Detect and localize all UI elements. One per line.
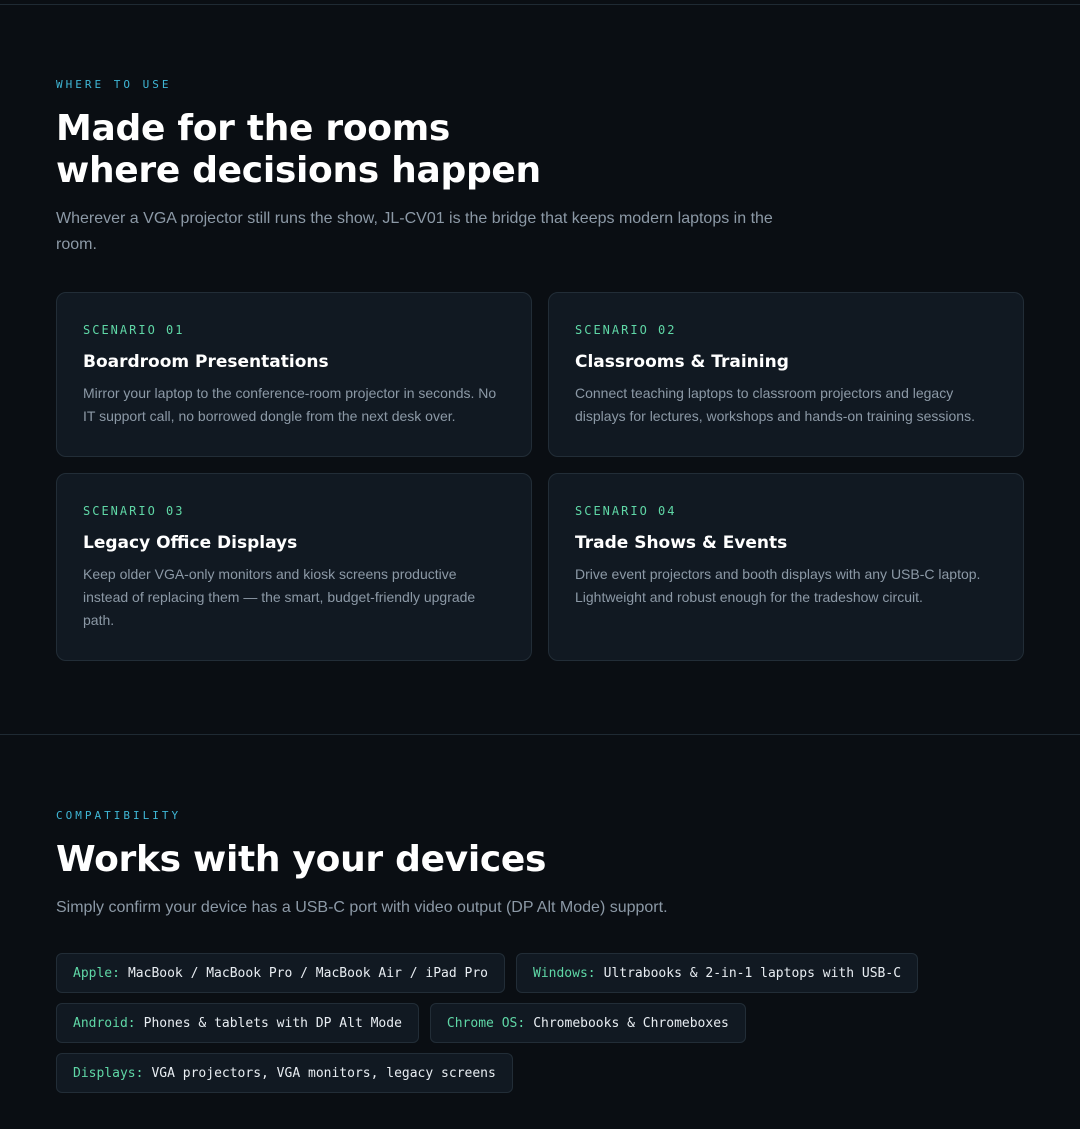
device-chip-apple: Apple: MacBook / MacBook Pro / MacBook A… xyxy=(56,953,505,993)
device-chip-windows: Windows: Ultrabooks & 2-in-1 laptops wit… xyxy=(516,953,919,993)
scenario-title: Boardroom Presentations xyxy=(83,352,329,372)
section-divider xyxy=(0,734,1080,735)
chip-value: VGA projectors, VGA monitors, legacy scr… xyxy=(151,1065,496,1081)
compatibility-eyebrow: COMPATIBILITY xyxy=(56,809,182,822)
scenario-tag: SCENARIO 04 xyxy=(575,504,677,518)
where-to-use-heading: Made for the rooms where decisions happe… xyxy=(56,108,1024,192)
chip-key: Apple: xyxy=(73,965,120,981)
scenario-card-legacy-displays: SCENARIO 03 Legacy Office Displays Keep … xyxy=(56,473,532,661)
top-divider xyxy=(0,4,1080,5)
scenario-card-boardroom: SCENARIO 01 Boardroom Presentations Mirr… xyxy=(56,292,532,457)
scenario-tag: SCENARIO 01 xyxy=(83,323,185,337)
device-chip-displays: Displays: VGA projectors, VGA monitors, … xyxy=(56,1053,513,1093)
where-to-use-lead: Wherever a VGA projector still runs the … xyxy=(56,210,773,253)
chip-key: Windows: xyxy=(533,965,596,981)
compatibility-section: COMPATIBILITY Works with your devices Si… xyxy=(56,809,1024,921)
chip-key: Displays: xyxy=(73,1065,144,1081)
compatibility-lead: Simply confirm your device has a USB-C p… xyxy=(56,899,668,916)
heading-line-2: where decisions happen xyxy=(56,150,541,191)
scenario-tag: SCENARIO 03 xyxy=(83,504,185,518)
device-chip-android: Android: Phones & tablets with DP Alt Mo… xyxy=(56,1003,419,1043)
scenario-text: Drive event projectors and booth display… xyxy=(575,566,981,605)
chip-row: Android: Phones & tablets with DP Alt Mo… xyxy=(56,1003,1024,1043)
chip-value: Chromebooks & Chromeboxes xyxy=(533,1015,729,1031)
chip-value: Phones & tablets with DP Alt Mode xyxy=(143,1015,402,1031)
where-to-use-eyebrow: WHERE TO USE xyxy=(56,78,172,91)
scenario-grid: SCENARIO 01 Boardroom Presentations Mirr… xyxy=(56,292,1024,661)
where-to-use-section: WHERE TO USE Made for the rooms where de… xyxy=(56,78,1024,258)
compatibility-heading: Works with your devices xyxy=(56,839,547,880)
device-chip-chrome-os: Chrome OS: Chromebooks & Chromeboxes xyxy=(429,1003,746,1043)
device-chip-list: Apple: MacBook / MacBook Pro / MacBook A… xyxy=(56,953,1024,1103)
chip-row: Displays: VGA projectors, VGA monitors, … xyxy=(56,1053,1024,1093)
chip-value: Ultrabooks & 2-in-1 laptops with USB-C xyxy=(603,965,902,981)
scenario-tag: SCENARIO 02 xyxy=(575,323,677,337)
scenario-text: Connect teaching laptops to classroom pr… xyxy=(575,385,975,424)
heading-line-1: Made for the rooms xyxy=(56,108,451,149)
scenario-title: Legacy Office Displays xyxy=(83,533,298,553)
scenario-title: Classrooms & Training xyxy=(575,352,789,372)
scenario-text: Mirror your laptop to the conference-roo… xyxy=(83,385,497,424)
chip-key: Android: xyxy=(73,1015,136,1031)
chip-key: Chrome OS: xyxy=(446,1015,526,1031)
chip-value: MacBook / MacBook Pro / MacBook Air / iP… xyxy=(127,965,488,981)
scenario-card-classrooms: SCENARIO 02 Classrooms & Training Connec… xyxy=(548,292,1024,457)
chip-row: Apple: MacBook / MacBook Pro / MacBook A… xyxy=(56,953,1024,993)
scenario-text: Keep older VGA-only monitors and kiosk s… xyxy=(83,566,476,628)
scenario-title: Trade Shows & Events xyxy=(575,533,788,553)
scenario-card-trade-shows: SCENARIO 04 Trade Shows & Events Drive e… xyxy=(548,473,1024,661)
